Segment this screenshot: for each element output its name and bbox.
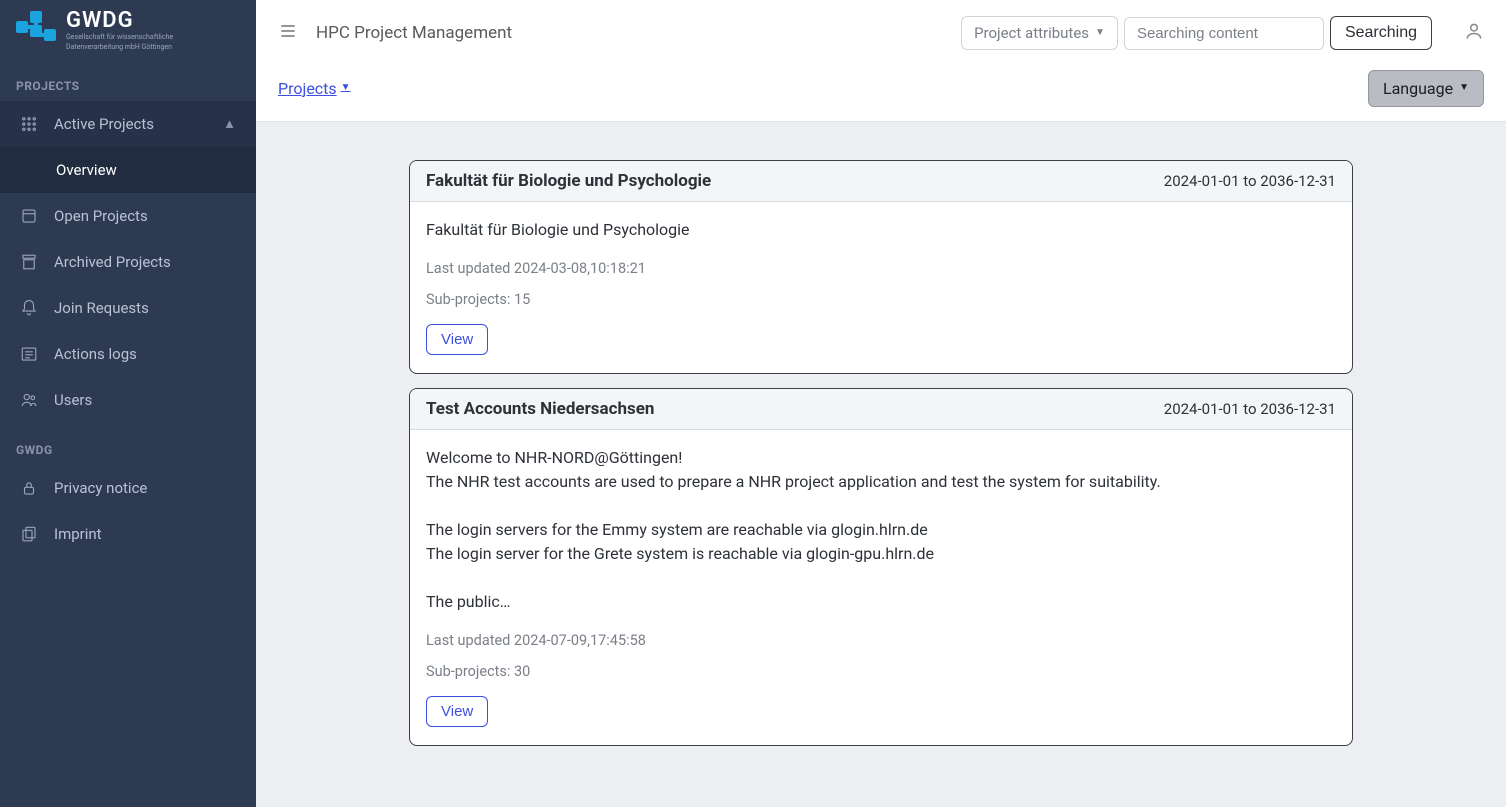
project-attributes-dropdown[interactable]: Project attributes ▼ [961,16,1118,50]
bell-icon [20,299,38,317]
language-label: Language [1383,79,1453,98]
sidebar: GWDG Gesellschaft für wissenschaftliche … [0,0,256,807]
card-title: Fakultät für Biologie und Psychologie [426,171,711,191]
sidebar-item-privacy-notice[interactable]: Privacy notice [0,465,256,511]
sidebar-item-join-requests[interactable]: Join Requests [0,285,256,331]
dropdown-label: Project attributes [974,24,1089,42]
project-card: Fakultät für Biologie und Psychologie 20… [409,160,1353,374]
card-date-range: 2024-01-01 to 2036-12-31 [1164,172,1336,190]
top-bar: HPC Project Management Project attribute… [256,0,1506,66]
grid-icon [20,115,38,133]
sidebar-item-open-projects[interactable]: Open Projects [0,193,256,239]
page-title: HPC Project Management [316,23,512,43]
box-icon [20,207,38,225]
chevron-up-icon: ▲ [223,116,236,132]
project-cards: Fakultät für Biologie und Psychologie 20… [409,160,1353,746]
content-area: Fakultät für Biologie und Psychologie 20… [256,122,1506,807]
caret-down-icon: ▼ [1459,82,1469,93]
card-date-range: 2024-01-01 to 2036-12-31 [1164,400,1336,418]
breadcrumb-label: Projects [278,79,337,98]
sidebar-section-projects: PROJECTS [0,59,256,101]
project-card: Test Accounts Niedersachsen 2024-01-01 t… [409,388,1353,746]
sidebar-item-imprint[interactable]: Imprint [0,511,256,557]
brand-subtitle-1: Gesellschaft für wissenschaftliche [66,34,173,42]
sidebar-item-label: Join Requests [54,299,149,317]
card-title: Test Accounts Niedersachsen [426,399,654,419]
sidebar-item-label: Users [54,391,92,409]
list-icon [20,345,38,363]
brand-logo[interactable]: GWDG Gesellschaft für wissenschaftliche … [0,0,256,59]
top-controls: Project attributes ▼ Searching [961,16,1432,50]
card-last-updated: Last updated 2024-07-09,17:45:58 [426,632,1336,649]
view-button[interactable]: View [426,696,488,727]
caret-down-icon: ▼ [341,82,351,93]
card-last-updated: Last updated 2024-03-08,10:18:21 [426,260,1336,277]
brand-subtitle-2: Datenverarbeitung mbH Göttingen [66,44,173,52]
user-icon[interactable] [1464,21,1484,45]
lock-icon [20,479,38,497]
sidebar-item-overview[interactable]: Overview [0,147,256,193]
search-button[interactable]: Searching [1330,16,1432,50]
sidebar-item-label: Open Projects [54,207,148,225]
card-description: Fakultät für Biologie und Psychologie [426,218,1336,242]
card-body: Fakultät für Biologie und Psychologie La… [410,202,1352,373]
card-header: Fakultät für Biologie und Psychologie 20… [410,161,1352,202]
breadcrumb-projects[interactable]: Projects ▼ [278,79,351,98]
card-header: Test Accounts Niedersachsen 2024-01-01 t… [410,389,1352,430]
sidebar-item-label: Archived Projects [54,253,171,271]
language-dropdown[interactable]: Language ▼ [1368,70,1484,107]
sidebar-item-label: Privacy notice [54,479,147,497]
brand-name: GWDG [66,10,173,32]
search-input[interactable] [1124,17,1324,50]
sidebar-section-gwdg: GWDG [0,423,256,465]
sidebar-item-users[interactable]: Users [0,377,256,423]
sidebar-item-label: Overview [56,161,117,179]
hamburger-icon[interactable] [278,21,298,45]
sidebar-item-archived-projects[interactable]: Archived Projects [0,239,256,285]
sidebar-item-label: Actions logs [54,345,137,363]
card-body: Welcome to NHR-NORD@Göttingen! The NHR t… [410,430,1352,745]
sidebar-item-label: Active Projects [54,115,154,133]
card-description: Welcome to NHR-NORD@Göttingen! The NHR t… [426,446,1336,614]
archive-icon [20,253,38,271]
main-area: HPC Project Management Project attribute… [256,0,1506,807]
caret-down-icon: ▼ [1095,27,1105,38]
sidebar-item-label: Imprint [54,525,102,543]
sidebar-item-actions-logs[interactable]: Actions logs [0,331,256,377]
card-subprojects: Sub-projects: 15 [426,291,1336,308]
sub-bar: Projects ▼ Language ▼ [256,66,1506,122]
users-icon [20,391,38,409]
brand-mark-icon [16,11,58,51]
copy-icon [20,525,38,543]
card-subprojects: Sub-projects: 30 [426,663,1336,680]
view-button[interactable]: View [426,324,488,355]
sidebar-item-active-projects[interactable]: Active Projects ▲ [0,101,256,147]
